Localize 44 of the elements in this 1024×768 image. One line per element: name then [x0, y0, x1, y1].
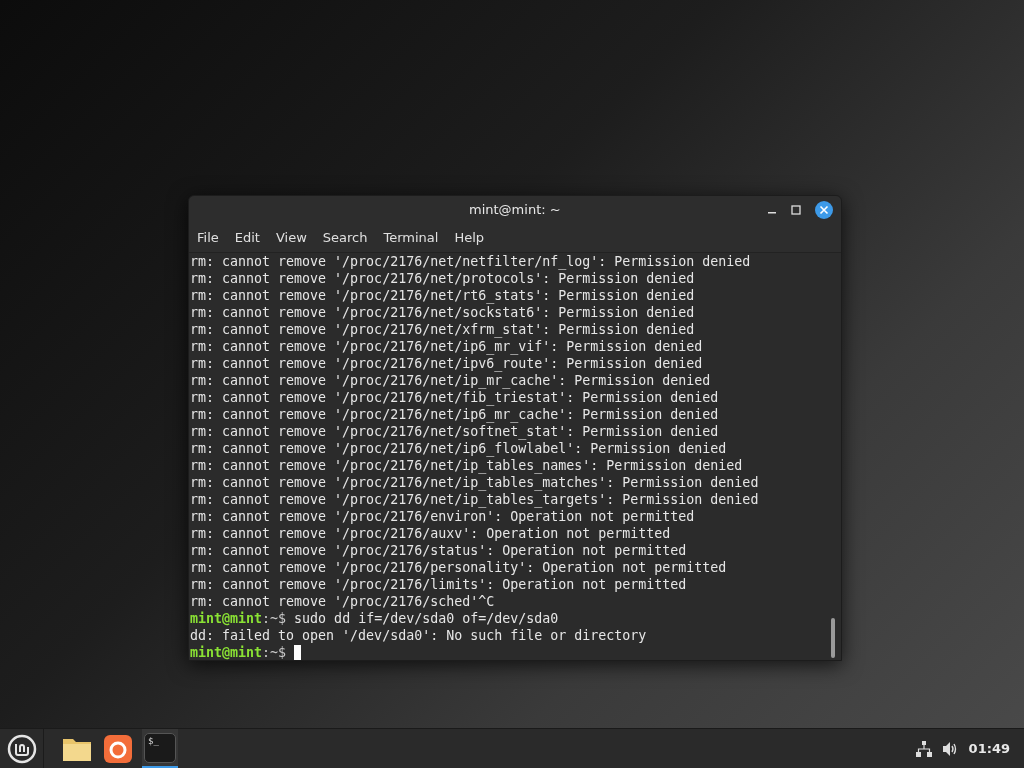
terminal-output-line: rm: cannot remove '/proc/2176/net/ip6_mr_vif': Permission denied: [190, 338, 704, 355]
terminal-output-line: rm: cannot remove '/proc/2176/status': Operation not permitted: [190, 542, 688, 559]
menu-item[interactable]: File: [191, 228, 225, 248]
terminal-output-line: rm: cannot remove '/proc/2176/limits': Operation not permitted: [190, 576, 688, 593]
terminal-output-line: rm: cannot remove '/proc/2176/net/rt6_stats': Permission denied: [190, 287, 696, 304]
menu-item[interactable]: Search: [316, 228, 374, 248]
browser-icon[interactable]: [104, 734, 132, 763]
menu-item[interactable]: Help: [448, 228, 491, 248]
terminal-output-line: rm: cannot remove '/proc/2176/personality': Operation not permitted: [190, 559, 728, 576]
terminal-output-line: rm: cannot remove '/proc/2176/environ': Operation not permitted: [190, 508, 696, 525]
terminal-output-line: rm: cannot remove '/proc/2176/sched'^C: [190, 593, 496, 610]
terminal-output-line: rm: cannot remove '/proc/2176/net/softnet_stat': Permission denied: [190, 423, 720, 440]
terminal-launcher[interactable]: $_: [142, 729, 178, 768]
terminal-output-line: rm: cannot remove '/proc/2176/auxv': Operation not permitted: [190, 525, 672, 542]
menu-item[interactable]: Edit: [228, 228, 266, 248]
menu-item[interactable]: Terminal: [377, 228, 445, 248]
terminal-app-glyph: $_: [148, 735, 159, 746]
volume-icon[interactable]: [941, 740, 959, 757]
terminal-output-line: rm: cannot remove '/proc/2176/net/ipv6_route': Permission denied: [190, 355, 704, 372]
prompt-path: :~$: [262, 610, 287, 627]
close-icon[interactable]: [815, 201, 833, 219]
prompt-user: mint@mint: [190, 644, 263, 660]
terminal-output-line: rm: cannot remove '/proc/2176/net/ip_tables_targets': Permission denied: [190, 491, 760, 508]
menu-logo-icon[interactable]: [6, 733, 37, 764]
terminal-output-line: rm: cannot remove '/proc/2176/net/ip_mr_cache': Permission denied: [190, 372, 712, 389]
terminal-output-line: dd: failed to open '/dev/sda0': No such file or directory: [190, 627, 648, 644]
terminal-output-line: rm: cannot remove '/proc/2176/net/xfrm_stat': Permission denied: [190, 321, 696, 338]
terminal-output-line: rm: cannot remove '/proc/2176/net/ip6_mr_cache': Permission denied: [190, 406, 720, 423]
prompt-path: :~$: [262, 644, 287, 660]
terminal-output-line: rm: cannot remove '/proc/2176/net/protocols': Permission denied: [190, 270, 696, 287]
network-icon[interactable]: [915, 740, 932, 757]
scrollbar-thumb[interactable]: [831, 618, 835, 658]
prompt-user: mint@mint: [190, 610, 263, 627]
command-text: sudo dd if=/dev/sda0 of=/dev/sda0: [294, 610, 559, 627]
terminal-output-line: rm: cannot remove '/proc/2176/net/ip_tables_matches': Permission denied: [190, 474, 760, 491]
maximize-icon[interactable]: [791, 205, 801, 215]
terminal-output-line: rm: cannot remove '/proc/2176/net/ip_tables_names': Permission denied: [190, 457, 744, 474]
clock[interactable]: 01:49: [968, 738, 1010, 759]
window-title: mint@mint: ~: [469, 201, 561, 220]
menu-item[interactable]: View: [269, 228, 313, 248]
terminal-output-line: rm: cannot remove '/proc/2176/net/ip6_flowlabel': Permission denied: [190, 440, 728, 457]
terminal-output-line: rm: cannot remove '/proc/2176/net/sockstat6': Permission denied: [190, 304, 696, 321]
terminal-output-line: rm: cannot remove '/proc/2176/net/fib_triestat': Permission denied: [190, 389, 720, 406]
terminal-output-line: rm: cannot remove '/proc/2176/net/netfilter/nf_log': Permission denied: [190, 253, 752, 270]
